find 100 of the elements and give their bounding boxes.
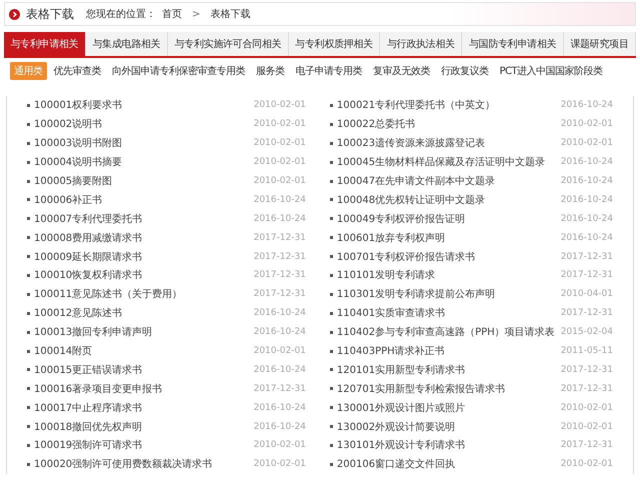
bullet-icon — [330, 292, 333, 296]
form-link[interactable]: 130101外观设计专利请求书 — [336, 438, 555, 452]
bullet-icon — [27, 142, 30, 145]
bullet-icon — [27, 160, 30, 164]
form-date: 2010-04-01 — [560, 289, 613, 300]
form-link[interactable]: 100007专利代理委托书 — [34, 212, 248, 226]
form-link[interactable]: 100021专利代理委托书（中英文） — [336, 98, 555, 112]
form-link[interactable]: 110402参与专利审查高速路（PPH）项目请求表 — [336, 325, 555, 340]
bullet-icon — [27, 122, 30, 126]
breadcrumb-link[interactable]: 表格下载 — [210, 7, 250, 21]
form-link[interactable]: 100012意见陈述书 — [34, 306, 248, 320]
form-date: 2010-02-01 — [254, 157, 306, 168]
bullet-icon — [27, 255, 30, 258]
form-link[interactable]: 100048优先权转让证明中文题录 — [336, 192, 555, 207]
bullet-icon — [330, 217, 333, 220]
form-link[interactable]: 100020强制许可使用费数额裁决请求书 — [34, 457, 248, 472]
bullet-icon — [330, 425, 333, 428]
bullet-icon — [330, 180, 333, 182]
form-link[interactable]: 100009延长期限请求书 — [34, 250, 248, 264]
bullet-icon — [330, 122, 333, 126]
form-link[interactable]: 100018撤回优先权声明 — [34, 420, 248, 434]
subcategory-tab[interactable]: 向外国申请专利保密审查专用类 — [108, 62, 249, 80]
form-link[interactable]: 110101发明专利请求 — [336, 268, 555, 282]
form-link[interactable]: 100013撤回专利申请声明 — [34, 325, 248, 340]
category-tab[interactable]: 课题研究项目 — [564, 32, 636, 56]
form-link[interactable]: 100014附页 — [34, 344, 248, 358]
category-tab[interactable]: 与专利权质押相关 — [288, 32, 380, 56]
form-date: 2016-10-24 — [560, 232, 613, 243]
form-link[interactable]: 100023遗传资源来源披露登记表 — [336, 136, 555, 150]
bullet-icon — [330, 142, 333, 145]
form-link[interactable]: 100049专利权评价报告证明 — [336, 212, 555, 226]
bullet-icon — [330, 387, 333, 390]
form-link[interactable]: 100047在先申请文件副本中文题录 — [336, 174, 555, 188]
category-tab[interactable]: 与行政执法相关 — [380, 32, 462, 56]
form-date: 2017-12-31 — [560, 252, 613, 262]
bullet-icon — [27, 292, 30, 296]
form-link[interactable]: 100045生物材料样品保藏及存活证明中文题录 — [336, 155, 555, 170]
form-link[interactable]: 100006补正书 — [34, 192, 248, 207]
bullet-icon — [27, 104, 30, 107]
form-date: 2016-10-24 — [254, 308, 306, 318]
bullet-icon — [27, 312, 30, 315]
subcategory-tab[interactable]: 行政复议类 — [437, 62, 492, 80]
bullet-icon — [27, 462, 30, 466]
bullet-icon — [330, 104, 333, 107]
subcategory-tab[interactable]: 优先审查类 — [50, 62, 105, 80]
bullet-icon — [27, 387, 30, 390]
category-tab[interactable]: 与专利实施许可合同相关 — [168, 32, 289, 56]
form-link[interactable]: 130002外观设计简要说明 — [336, 420, 555, 434]
breadcrumb-separator: > — [192, 8, 200, 20]
category-tab[interactable]: 与国防专利申请相关 — [462, 32, 564, 56]
page-title: 表格下载 — [26, 6, 74, 22]
bullet-icon — [330, 350, 333, 353]
form-date: 2016-10-24 — [254, 422, 306, 432]
bullet-icon — [330, 160, 333, 164]
form-link[interactable]: 100001权利要求书 — [34, 98, 248, 112]
bullet-icon — [27, 368, 30, 372]
form-link[interactable]: 100017中止程序请求书 — [34, 400, 248, 415]
bullet-icon — [27, 198, 30, 202]
bullet-icon — [27, 406, 30, 410]
form-date: 2011-05-11 — [560, 346, 613, 356]
form-link[interactable]: 100002说明书 — [34, 117, 248, 132]
form-date: 2010-02-01 — [254, 459, 306, 470]
form-link[interactable]: 100022总委托书 — [336, 117, 555, 132]
form-link[interactable]: 100019强制许可请求书 — [34, 438, 248, 452]
form-link[interactable]: 120101实用新型专利请求书 — [336, 362, 555, 377]
bullet-icon — [330, 444, 333, 447]
form-link[interactable]: 100016著录项目变更申报书 — [34, 382, 248, 396]
form-link[interactable]: 100701专利权评价报告请求书 — [336, 250, 555, 264]
form-link[interactable]: 120701实用新型专利检索报告请求书 — [336, 382, 555, 396]
form-link[interactable]: 110401实质审查请求书 — [336, 306, 555, 320]
subcategory-tab[interactable]: 复审及无效类 — [369, 62, 434, 80]
form-link[interactable]: 100005摘要附图 — [34, 174, 248, 188]
form-link[interactable]: 110403PPH请求补正书 — [336, 344, 555, 358]
bullet-icon — [27, 330, 30, 334]
form-date: 2017-12-31 — [254, 252, 306, 262]
subcategory-tab[interactable]: PCT进入中国国家阶段类 — [496, 62, 607, 80]
form-link[interactable]: 110301发明专利请求提前公布声明 — [336, 287, 555, 302]
form-link[interactable]: 130001外观设计图片或照片 — [336, 400, 555, 415]
form-date: 2017-12-31 — [254, 289, 306, 300]
form-date: 2010-02-01 — [254, 100, 306, 110]
bullet-icon — [27, 217, 30, 220]
form-link[interactable]: 100008费用减缴请求书 — [34, 230, 248, 245]
form-link[interactable]: 100015更正错误请求书 — [34, 362, 248, 377]
subcategory-tab[interactable]: 电子申请专用类 — [292, 62, 366, 80]
form-date: 2010-02-01 — [560, 422, 613, 432]
form-link[interactable]: 100011意见陈述书（关于费用） — [34, 287, 248, 302]
form-link[interactable]: 100004说明书摘要 — [34, 155, 248, 170]
form-date: 2010-02-01 — [254, 176, 306, 186]
breadcrumb-link[interactable]: 首页 — [162, 7, 182, 21]
form-link[interactable]: 100010恢复权利请求书 — [34, 268, 248, 282]
form-link[interactable]: 100003说明书附图 — [34, 136, 248, 150]
bullet-icon — [27, 350, 30, 353]
bullet-icon — [330, 330, 333, 334]
form-link[interactable]: 200106窗口递交文件回执 — [336, 457, 555, 472]
category-tab[interactable]: 与集成电路相关 — [86, 32, 168, 56]
form-date: 2010-02-01 — [254, 346, 306, 356]
subcategory-tab[interactable]: 服务类 — [252, 62, 288, 80]
category-tab[interactable]: 与专利申请相关 — [4, 32, 86, 56]
form-link[interactable]: 100601放弃专利权声明 — [336, 230, 555, 245]
bullet-icon — [330, 462, 333, 466]
